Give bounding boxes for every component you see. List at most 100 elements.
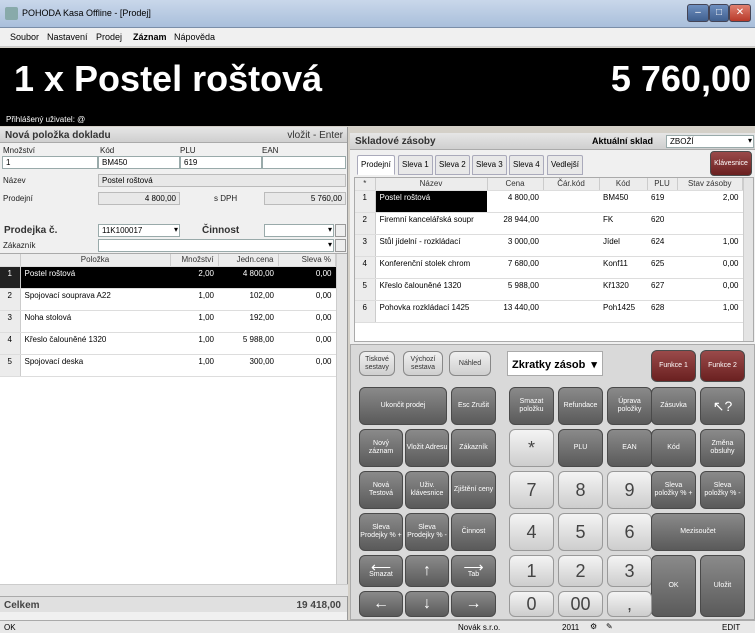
digit-6-key[interactable]: 6 (607, 513, 652, 551)
vertical-scrollbar[interactable] (336, 254, 347, 584)
delete-item-button[interactable]: Smazat položku (509, 387, 554, 425)
customer-more-button[interactable] (335, 239, 346, 252)
change-operator-button[interactable]: Změna obsluhy (700, 429, 745, 467)
receipt-discount-plus-button[interactable]: Sleva Prodejky % + (359, 513, 403, 551)
plu-button[interactable]: PLU (558, 429, 603, 467)
table-row[interactable]: 1 Postel roštová 4 800,00 BM450 619 2,00 (355, 190, 743, 213)
shortcuts-dropdown[interactable]: Zkratky zásob ▾ (507, 351, 603, 376)
tab-sleva-1[interactable]: Sleva 1 (398, 155, 433, 175)
save-button[interactable]: Uložit (700, 555, 745, 617)
menu-nastaveni[interactable]: Nastavení (47, 32, 88, 42)
double-zero-key[interactable]: 00 (558, 591, 603, 617)
activity-more-button[interactable] (335, 224, 346, 237)
customer-select[interactable]: ▾ (98, 239, 334, 252)
col-cena[interactable]: Cena (487, 178, 544, 191)
tab-prodejni[interactable]: Prodejní (357, 155, 395, 175)
digit-4-key[interactable]: 4 (509, 513, 554, 551)
subtotal-button[interactable]: Mezisoučet (651, 513, 745, 551)
help-button[interactable]: ↖? (700, 387, 745, 425)
col-code[interactable]: Kód (599, 178, 648, 191)
warehouse-select[interactable]: ZBOŽÍ ▾ (666, 135, 754, 148)
digit-7-key[interactable]: 7 (509, 471, 554, 509)
table-row[interactable]: 4 Konferenční stolek chrom 7 680,00 Konf11 6… (355, 256, 743, 279)
insert-address-button[interactable]: Vložit Adresu (405, 429, 449, 467)
delete-button[interactable]: ⟵ Smazat (359, 555, 403, 587)
col-qty[interactable]: Množství (170, 254, 219, 267)
col-barcode[interactable]: Čár.kód (543, 178, 600, 191)
table-row[interactable]: 6 Pohovka rozkládací 1425 13 440,00 Poh1425… (355, 300, 743, 323)
item-discount-plus-button[interactable]: Sleva položky % + (651, 471, 696, 509)
function-2-button[interactable]: Funkce 2 (700, 350, 745, 382)
item-discount-minus-button[interactable]: Sleva položky % - (700, 471, 745, 509)
tab-sleva-4[interactable]: Sleva 4 (509, 155, 544, 175)
arrow-down-button[interactable]: ↓ (405, 591, 449, 617)
end-sale-button[interactable]: Ukončit prodej (359, 387, 447, 425)
activity-select[interactable]: ▾ (264, 224, 334, 237)
digit-3-key[interactable]: 3 (607, 555, 652, 587)
table-row[interactable]: 1 Postel roštová 2,00 4 800,00 0,00 (0, 266, 336, 289)
find-price-button[interactable]: Zjištění ceny (451, 471, 496, 509)
new-test-button[interactable]: Nová Testová (359, 471, 403, 509)
table-row[interactable]: 2 Firemní kancelářská soupr 28 944,00 FK 620 (355, 212, 743, 235)
col-discount[interactable]: Sleva % (278, 254, 336, 267)
menu-zaznam[interactable]: Záznam (133, 32, 167, 42)
digit-1-key[interactable]: 1 (509, 555, 554, 587)
ean-button[interactable]: EAN (607, 429, 652, 467)
tab-vedlejsi[interactable]: Vedlejší (547, 155, 584, 175)
table-row[interactable]: 5 Spojovací deska 1,00 300,00 0,00 (0, 354, 336, 377)
keyboard-button[interactable]: Klávesnice (710, 151, 752, 176)
preview-button[interactable]: Náhled (449, 351, 491, 376)
col-name[interactable]: Název (375, 178, 488, 191)
menu-prodej[interactable]: Prodej (96, 32, 122, 42)
refund-button[interactable]: Refundace (558, 387, 603, 425)
qty-input[interactable]: 1 (2, 156, 98, 169)
digit-9-key[interactable]: 9 (607, 471, 652, 509)
ean-input[interactable] (262, 156, 346, 169)
new-record-button[interactable]: Nový záznam (359, 429, 403, 467)
close-button[interactable]: ✕ (729, 4, 751, 22)
table-row[interactable]: 3 Stůl jídelní - rozkládací 3 000,00 Jídel 6… (355, 234, 743, 257)
user-keyboard-button[interactable]: Uživ. klávesnice (405, 471, 449, 509)
receipt-discount-minus-button[interactable]: Sleva Prodejky % - (405, 513, 449, 551)
col-item[interactable]: Položka (20, 254, 171, 267)
table-row[interactable]: 3 Noha stolová 1,00 192,00 0,00 (0, 310, 336, 333)
stock-scrollbar[interactable] (743, 178, 753, 341)
arrow-right-button[interactable]: → (451, 591, 496, 617)
tab-sleva-2[interactable]: Sleva 2 (435, 155, 470, 175)
drawer-button[interactable]: Zásuvka (651, 387, 696, 425)
print-reports-button[interactable]: Tiskové sestavy (359, 351, 395, 376)
receipt-number-select[interactable]: 11K100017 ▾ (98, 224, 180, 237)
menu-soubor[interactable]: Soubor (10, 32, 39, 42)
tab-button[interactable]: ⟶ Tab (451, 555, 496, 587)
digit-2-key[interactable]: 2 (558, 555, 603, 587)
default-report-button[interactable]: Výchozí sestava (403, 351, 443, 376)
col-price[interactable]: Jedn.cena (218, 254, 279, 267)
edit-item-button[interactable]: Úprava položky (607, 387, 652, 425)
arrow-up-button[interactable]: ↑ (405, 555, 449, 587)
col-stock[interactable]: Stav zásoby (677, 178, 743, 191)
table-row[interactable]: 4 Křeslo čalouněné 1320 1,00 5 988,00 0,00 (0, 332, 336, 355)
digit-0-key[interactable]: 0 (509, 591, 554, 617)
esc-cancel-button[interactable]: Esc Zrušit (451, 387, 496, 425)
customer-button[interactable]: Zákazník (451, 429, 496, 467)
minimize-button[interactable]: – (687, 4, 709, 22)
table-row[interactable]: 2 Spojovací souprava A22 1,00 102,00 0,00 (0, 288, 336, 311)
table-row[interactable]: 5 Křeslo čalouněné 1320 5 988,00 Kř1320 627 0… (355, 278, 743, 301)
ok-button[interactable]: OK (651, 555, 696, 617)
menu-napoveda[interactable]: Nápověda (174, 32, 215, 42)
col-plu[interactable]: PLU (647, 178, 678, 191)
code-button[interactable]: Kód (651, 429, 696, 467)
digit-8-key[interactable]: 8 (558, 471, 603, 509)
horizontal-scrollbar[interactable] (0, 584, 348, 596)
code-input[interactable]: BM450 (98, 156, 180, 169)
current-warehouse-label: Aktuální sklad (592, 136, 654, 146)
function-1-button[interactable]: Funkce 1 (651, 350, 696, 382)
activity-button[interactable]: Činnost (451, 513, 496, 551)
maximize-button[interactable]: □ (709, 4, 729, 22)
tab-sleva-3[interactable]: Sleva 3 (472, 155, 507, 175)
star-key[interactable]: * (509, 429, 554, 467)
arrow-left-button[interactable]: ← (359, 591, 403, 617)
comma-key[interactable]: , (607, 591, 652, 617)
plu-input[interactable]: 619 (180, 156, 262, 169)
digit-5-key[interactable]: 5 (558, 513, 603, 551)
